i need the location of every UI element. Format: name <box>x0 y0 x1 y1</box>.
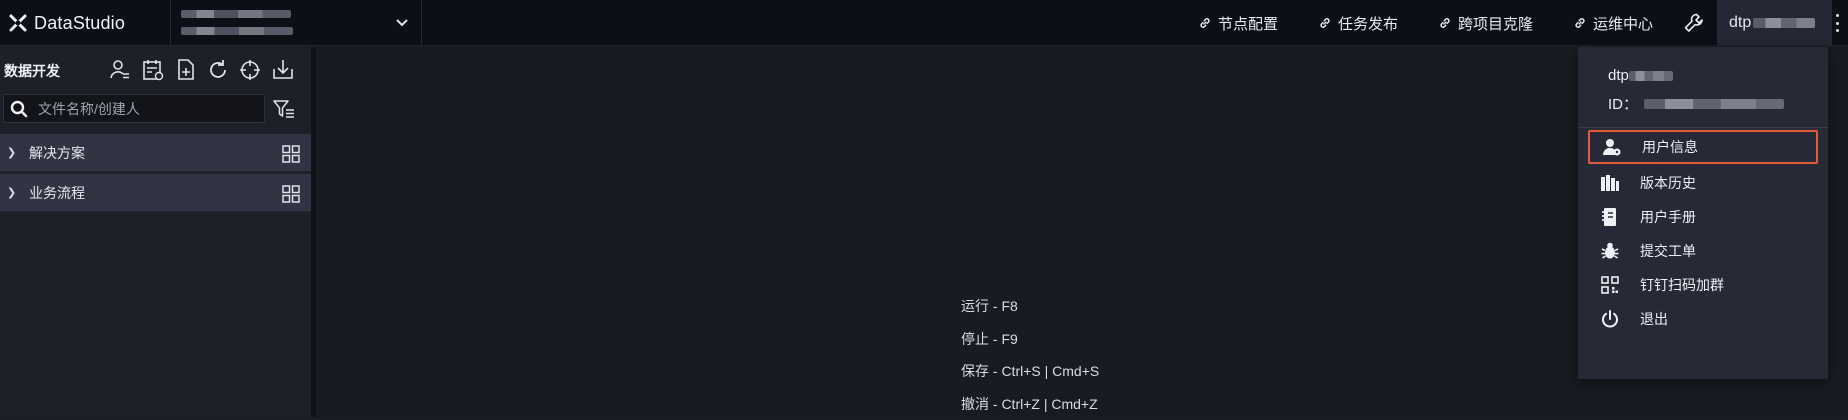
wrench-icon[interactable] <box>1682 11 1706 35</box>
chevron-right-icon[interactable]: ❯ <box>7 146 17 159</box>
nav-label: 节点配置 <box>1218 13 1278 34</box>
tree-item-solutions[interactable]: ❯ 解决方案 <box>0 134 311 172</box>
menu-item-label: 退出 <box>1640 309 1668 329</box>
project-name-redacted <box>181 10 291 18</box>
tree-item-label: 解决方案 <box>29 143 85 163</box>
datastudio-logo-icon <box>8 13 28 33</box>
bug-icon <box>1598 239 1622 263</box>
user-menu-button[interactable]: dtp <box>1717 0 1832 46</box>
username-label: dtp <box>1729 14 1751 32</box>
shortcut-stop: 停止 - F9 <box>961 323 1099 356</box>
menu-item-version-history[interactable]: 版本历史 <box>1588 166 1818 200</box>
search-input[interactable] <box>38 101 248 117</box>
search-icon <box>10 100 28 118</box>
menu-divider <box>1578 127 1828 128</box>
filter-icon[interactable] <box>272 97 296 121</box>
nav-label: 运维中心 <box>1593 13 1653 34</box>
nav-label: 任务发布 <box>1338 13 1398 34</box>
menu-user-id: ID： <box>1608 93 1784 114</box>
username-redacted <box>1629 71 1673 81</box>
menu-item-label: 提交工单 <box>1640 241 1696 261</box>
link-icon <box>1318 16 1332 30</box>
power-icon <box>1598 307 1622 331</box>
nav-cross-project-clone[interactable]: 跨项目克隆 <box>1438 0 1533 46</box>
link-icon <box>1438 16 1452 30</box>
project-id-redacted <box>181 27 293 35</box>
import-icon[interactable] <box>270 57 296 83</box>
more-menu-icon[interactable] <box>1836 14 1840 32</box>
menu-item-label: 用户手册 <box>1640 207 1696 227</box>
qr-code-icon <box>1598 273 1622 297</box>
app-name: DataStudio <box>34 13 125 34</box>
username-redacted <box>1753 18 1815 28</box>
nav-operation-center[interactable]: 运维中心 <box>1573 0 1653 46</box>
grid-view-icon[interactable] <box>281 184 301 204</box>
manual-icon <box>1598 205 1622 229</box>
menu-item-label: 版本历史 <box>1640 173 1696 193</box>
menu-item-dingtalk-group[interactable]: 钉钉扫码加群 <box>1588 268 1818 302</box>
project-selector[interactable] <box>170 0 422 46</box>
chevron-right-icon[interactable]: ❯ <box>7 186 17 199</box>
menu-item-label: 钉钉扫码加群 <box>1640 275 1724 295</box>
tree-item-business-flow[interactable]: ❯ 业务流程 <box>0 174 311 212</box>
nav-task-publish[interactable]: 任务发布 <box>1318 0 1398 46</box>
app-logo[interactable]: DataStudio <box>8 0 125 46</box>
grid-view-icon[interactable] <box>281 144 301 164</box>
user-info-icon <box>1600 135 1624 159</box>
file-search-box[interactable] <box>3 94 265 123</box>
tree-item-label: 业务流程 <box>29 183 85 203</box>
shortcut-undo: 撤消 - Ctrl+Z | Cmd+Z <box>961 388 1099 420</box>
shortcut-run: 运行 - F8 <box>961 290 1099 323</box>
sidebar: 数据开发 ❯ 解决方案 <box>0 47 311 417</box>
locate-icon[interactable] <box>237 57 263 83</box>
link-icon <box>1573 16 1587 30</box>
books-icon <box>1598 171 1622 195</box>
menu-item-submit-ticket[interactable]: 提交工单 <box>1588 234 1818 268</box>
link-icon <box>1198 16 1212 30</box>
nav-label: 跨项目克隆 <box>1458 13 1533 34</box>
menu-item-user-info[interactable]: 用户信息 <box>1588 130 1818 164</box>
menu-item-logout[interactable]: 退出 <box>1588 302 1818 336</box>
user-id-redacted <box>1644 99 1784 109</box>
shortcut-hints: 运行 - F8 停止 - F9 保存 - Ctrl+S | Cmd+S 撤消 -… <box>961 290 1099 420</box>
menu-username: dtp <box>1608 67 1673 84</box>
top-bar: DataStudio 节点配置 任务发布 跨项目克隆 运维中心 dtp <box>0 0 1848 46</box>
user-filter-icon[interactable] <box>107 57 133 83</box>
sidebar-title: 数据开发 <box>4 59 60 83</box>
chevron-down-icon <box>393 14 411 32</box>
menu-item-user-manual[interactable]: 用户手册 <box>1588 200 1818 234</box>
task-schedule-icon[interactable] <box>140 57 166 83</box>
shortcut-save: 保存 - Ctrl+S | Cmd+S <box>961 355 1099 388</box>
user-dropdown-menu: dtp ID： 用户信息 版本历史 用户手册 提交工单 钉钉扫码加群 <box>1578 47 1828 379</box>
nav-node-config[interactable]: 节点配置 <box>1198 0 1278 46</box>
menu-item-label: 用户信息 <box>1642 137 1698 157</box>
new-file-icon[interactable] <box>173 57 199 83</box>
refresh-icon[interactable] <box>205 57 231 83</box>
